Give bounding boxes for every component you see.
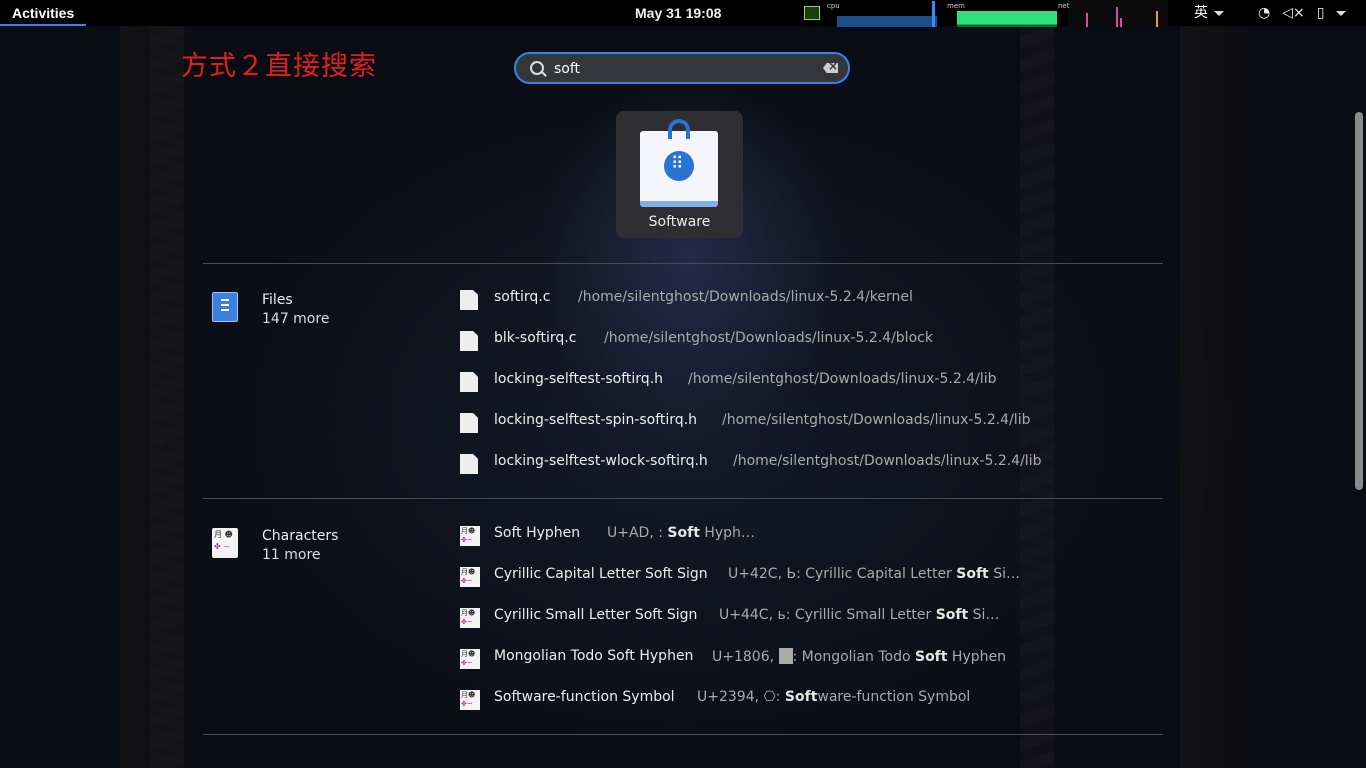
section-divider: [203, 498, 1163, 499]
result-name: softirq.c: [494, 289, 551, 305]
character-icon: [460, 526, 480, 546]
volume-muted-icon: ◁×: [1282, 5, 1305, 21]
cpu-graph[interactable]: cpu: [827, 0, 937, 27]
text-file-icon: [460, 372, 478, 392]
net-graph-label: net: [1058, 2, 1070, 10]
result-path: /home/silentghost/Downloads/linux-5.2.4/…: [733, 453, 1042, 469]
desc-match: Soft: [956, 566, 989, 582]
result-description: U+44C, ь: Cyrillic Small Letter Soft Si…: [719, 607, 999, 623]
search-input[interactable]: [554, 58, 814, 80]
result-name: locking-selftest-spin-softirq.h: [494, 412, 698, 428]
result-description: U+AD, : Soft Hyph…: [607, 525, 755, 541]
provider-name: Characters: [262, 528, 339, 544]
background-pillar: [1180, 26, 1270, 768]
input-method-indicator[interactable]: 英: [1194, 0, 1224, 26]
net-graph-spike: [1086, 13, 1088, 27]
desc-text: U+42C, Ь: Cyrillic Capital Letter: [728, 566, 957, 582]
character-icon: [460, 649, 480, 669]
software-app-icon: [640, 119, 718, 207]
result-name: Cyrillic Capital Letter Soft Sign: [494, 566, 708, 582]
search-icon: [530, 61, 544, 75]
desc-match: Soft: [935, 607, 969, 623]
section-divider: [203, 734, 1163, 735]
chevron-down-icon: [1336, 10, 1347, 16]
top-bar: Activities May 31 19:08 cpu mem net 英 ◔ …: [0, 0, 1366, 27]
section-divider: [203, 263, 1163, 264]
background-pillar: [1020, 26, 1054, 768]
wifi-icon: ◔: [1258, 5, 1271, 21]
character-icon: [460, 608, 480, 628]
desc-text: U+1806,: [712, 649, 779, 665]
system-tray[interactable]: ◔ ◁× ▯: [1258, 0, 1358, 26]
result-name: Soft Hyphen: [494, 525, 581, 541]
net-graph-spike: [1120, 18, 1122, 27]
app-grid-icon: [664, 151, 694, 181]
annotation-title: 方式２直接搜索: [181, 51, 377, 82]
desc-text: U+2394, ⎔:: [697, 689, 785, 705]
desc-text: U+AD, :: [607, 525, 668, 541]
provider-name: Files: [262, 292, 293, 308]
desc-text: Si…: [968, 607, 1000, 623]
results-scrollbar[interactable]: [1355, 112, 1363, 490]
battery-charging-icon: ▯: [1316, 5, 1325, 21]
text-file-icon: [460, 331, 478, 351]
result-path: /home/silentghost/Downloads/linux-5.2.4/…: [578, 289, 913, 305]
cpu-graph-label: cpu: [827, 2, 840, 10]
result-path: /home/silentghost/Downloads/linux-5.2.4/…: [722, 412, 1031, 428]
unrenderable-glyph-box: [778, 648, 793, 664]
desc-text: ware-function Symbol: [817, 689, 971, 705]
memory-graph[interactable]: mem: [947, 0, 1057, 27]
result-path: /home/silentghost/Downloads/linux-5.2.4/…: [604, 330, 933, 346]
desc-text: Si…: [988, 566, 1020, 582]
desc-match: Soft: [784, 689, 818, 705]
desc-match: Soft: [667, 525, 700, 541]
result-name: locking-selftest-softirq.h: [494, 371, 664, 387]
characters-app-icon: [212, 528, 238, 558]
desc-text: Hyph…: [699, 525, 755, 541]
result-name: Cyrillic Small Letter Soft Sign: [494, 607, 698, 623]
result-description: U+42C, Ь: Cyrillic Capital Letter Soft S…: [728, 566, 1020, 582]
result-name: blk-softirq.c: [494, 330, 577, 346]
bag-handle-shape: [668, 119, 690, 139]
input-method-label: 英: [1194, 5, 1208, 21]
desc-text: Hyphen: [947, 649, 1006, 665]
result-name: Mongolian Todo Soft Hyphen: [494, 648, 694, 664]
result-name: Software-function Symbol: [494, 689, 675, 705]
app-result-label: Software: [648, 214, 711, 230]
provider-more-count: 147 more: [262, 311, 330, 327]
result-path: /home/silentghost/Downloads/linux-5.2.4/…: [688, 371, 997, 387]
mem-graph-label: mem: [947, 2, 965, 10]
text-file-icon: [460, 290, 478, 310]
text-file-icon: [460, 454, 478, 474]
result-description: U+2394, ⎔: Software-function Symbol: [697, 689, 970, 705]
result-name: locking-selftest-wlock-softirq.h: [494, 453, 708, 469]
result-description: U+1806, : Mongolian Todo Soft Hyphen: [712, 648, 1006, 665]
chevron-down-icon: [1214, 10, 1224, 16]
character-icon: [460, 567, 480, 587]
activities-button[interactable]: Activities: [0, 0, 86, 26]
text-file-icon: [460, 413, 478, 433]
clock[interactable]: May 31 19:08: [635, 0, 721, 26]
background-pillar: [150, 26, 184, 768]
app-result-software[interactable]: Software: [616, 111, 743, 238]
search-entry[interactable]: [514, 52, 850, 84]
clear-search-icon[interactable]: [823, 63, 838, 73]
network-graph[interactable]: net: [1058, 0, 1168, 27]
desc-text: U+44C, ь: Cyrillic Small Letter: [719, 607, 936, 623]
net-graph-spike: [1156, 11, 1158, 27]
system-monitor-icon[interactable]: [804, 6, 820, 20]
character-icon: [460, 690, 480, 710]
desc-match: Soft: [914, 649, 948, 665]
desc-text: : Mongolian Todo: [792, 649, 915, 665]
files-app-icon: [212, 292, 238, 322]
net-graph-spike: [1116, 7, 1118, 27]
provider-more-count: 11 more: [262, 547, 321, 563]
